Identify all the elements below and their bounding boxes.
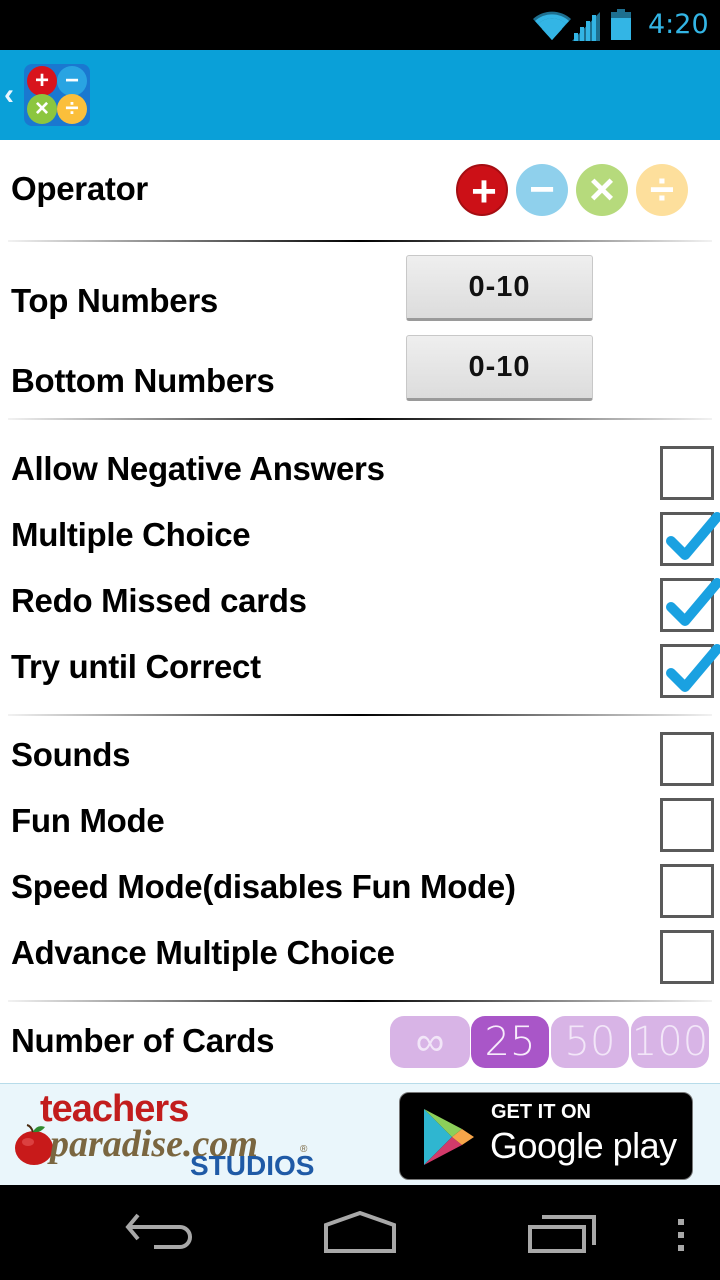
fun-mode-checkbox[interactable]	[660, 798, 714, 852]
operator-label: Operator	[11, 170, 148, 207]
multiple-choice-checkbox[interactable]	[660, 512, 720, 566]
top-numbers-range-button[interactable]: 0-10	[406, 255, 593, 321]
top-numbers-label: Top Numbers	[11, 282, 218, 319]
cards-50-button[interactable]: 50	[551, 1016, 629, 1068]
cards-100-button[interactable]: 100	[631, 1016, 709, 1068]
overflow-menu-icon[interactable]	[676, 1217, 686, 1253]
operator-subtract-button[interactable]: −	[516, 164, 568, 216]
divider	[8, 1000, 712, 1002]
divide-icon: ÷	[649, 165, 675, 214]
back-icon[interactable]	[124, 1213, 196, 1253]
clock: 4:20	[648, 9, 709, 40]
minus-icon: −	[529, 165, 555, 214]
navigation-bar	[0, 1185, 720, 1280]
bottom-numbers-label: Bottom Numbers	[11, 362, 275, 399]
redo-missed-cards-checkbox[interactable]	[660, 578, 720, 632]
advance-multiple-choice-label: Advance Multiple Choice	[11, 934, 395, 971]
bottom-numbers-range-button[interactable]: 0-10	[406, 335, 593, 401]
speed-mode-label: Speed Mode(disables Fun Mode)	[11, 868, 516, 905]
number-of-cards-label: Number of Cards	[11, 1022, 275, 1059]
allow-negative-answers-label: Allow Negative Answers	[11, 450, 385, 487]
operator-add-button[interactable]: +	[456, 164, 508, 216]
sounds-checkbox[interactable]	[660, 732, 714, 786]
advance-multiple-choice-checkbox[interactable]	[660, 930, 714, 984]
operator-multiply-button[interactable]: ×	[576, 164, 628, 216]
divider	[8, 240, 712, 242]
allow-negative-answers-checkbox[interactable]	[660, 446, 714, 500]
divider	[8, 418, 712, 420]
wifi-icon	[533, 11, 571, 40]
google-play-badge[interactable]: GET IT ON Google play	[399, 1092, 693, 1180]
home-icon[interactable]	[322, 1211, 398, 1255]
divide-icon: ÷	[57, 94, 87, 124]
times-icon: ×	[27, 94, 57, 124]
ad-banner[interactable]: teachers paradise.com ® STUDIOS GET IT O…	[0, 1083, 720, 1185]
operator-divide-button[interactable]: ÷	[636, 164, 688, 216]
cell-signal-icon	[572, 12, 600, 41]
checkmark-icon	[666, 512, 720, 560]
settings-panel: Operator + − × ÷ Top Numbers 0-10 Bottom…	[0, 140, 720, 1083]
minus-icon: −	[57, 66, 87, 96]
plus-icon: +	[27, 66, 57, 96]
checkmark-icon	[666, 578, 720, 626]
sounds-label: Sounds	[11, 736, 131, 773]
get-it-on-text: GET IT ON	[491, 1101, 591, 1123]
up-chevron-icon[interactable]: ‹	[4, 78, 14, 112]
plus-icon: +	[471, 167, 497, 216]
fun-mode-label: Fun Mode	[11, 802, 165, 839]
times-icon: ×	[589, 165, 615, 214]
speed-mode-checkbox[interactable]	[660, 864, 714, 918]
status-bar: 4:20	[0, 0, 720, 50]
battery-icon	[611, 9, 631, 40]
app-icon[interactable]: + − × ÷	[24, 64, 90, 126]
recent-apps-icon[interactable]	[526, 1215, 598, 1255]
cards-25-button[interactable]: 25	[471, 1016, 549, 1068]
redo-missed-cards-label: Redo Missed cards	[11, 582, 307, 619]
try-until-correct-checkbox[interactable]	[660, 644, 720, 698]
google-play-text: Google play	[490, 1125, 677, 1166]
brand-studios-text: STUDIOS	[190, 1150, 315, 1181]
multiple-choice-label: Multiple Choice	[11, 516, 251, 553]
try-until-correct-label: Try until Correct	[11, 648, 261, 685]
action-bar: ‹ + − × ÷	[0, 50, 720, 140]
cards-infinite-button[interactable]: ∞	[390, 1016, 470, 1068]
divider	[8, 714, 712, 716]
checkmark-icon	[666, 644, 720, 692]
google-play-logo-icon	[424, 1109, 474, 1165]
